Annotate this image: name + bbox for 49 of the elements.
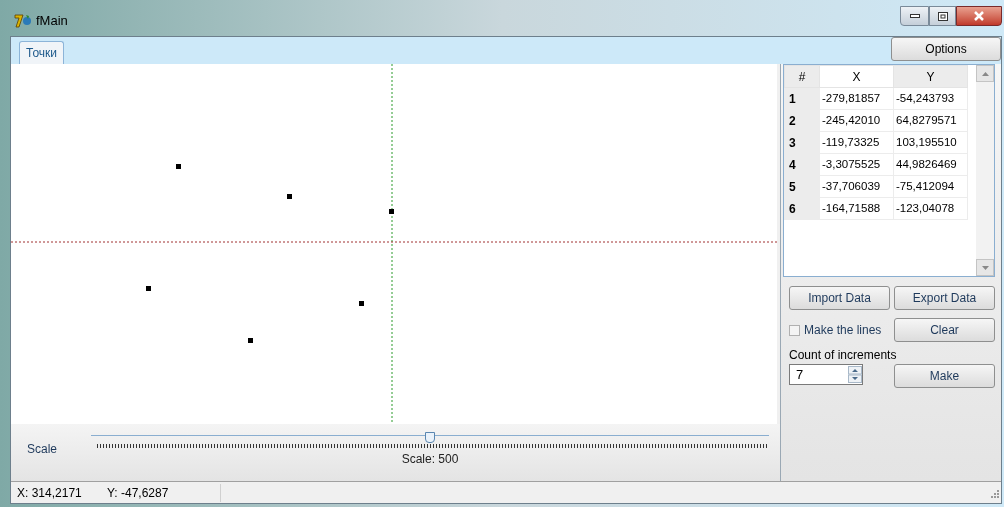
table-cell: -164,71588 xyxy=(819,197,894,220)
scale-reading: Scale: 500 xyxy=(401,451,459,468)
options-button[interactable]: Options xyxy=(891,37,1001,61)
table-cell: -54,243793 xyxy=(893,87,968,110)
row-header: 6 xyxy=(784,197,820,220)
row-header: 5 xyxy=(784,175,820,198)
table-cell: -75,412094 xyxy=(893,175,968,198)
scroll-down-icon xyxy=(981,265,989,270)
make-lines-checkbox[interactable]: Make the lines xyxy=(789,318,890,342)
import-data-button[interactable]: Import Data xyxy=(789,286,890,310)
column-header: # xyxy=(784,65,820,88)
table-cell: -123,04078 xyxy=(893,197,968,220)
row-header: 1 xyxy=(784,87,820,110)
column-header: Y xyxy=(893,65,968,88)
slider-thumb[interactable] xyxy=(425,432,435,443)
scale-label: Scale xyxy=(26,441,59,458)
table-cell: -245,42010 xyxy=(819,109,894,132)
maximize-icon xyxy=(937,11,948,21)
increments-value: 7 xyxy=(795,365,805,384)
vertical-scrollbar[interactable] xyxy=(976,65,994,276)
export-data-button[interactable]: Export Data xyxy=(894,286,995,310)
window-title: fMain xyxy=(36,12,68,31)
table-cell: -119,73325 xyxy=(819,131,894,154)
row-header: 3 xyxy=(784,131,820,154)
table-cell: -37,706039 xyxy=(819,175,894,198)
row-header: 4 xyxy=(784,153,820,176)
status-y: Y: -47,6287 xyxy=(101,483,221,502)
column-header: X xyxy=(819,65,894,88)
status-x: X: 314,2171 xyxy=(16,484,83,502)
close-button[interactable] xyxy=(956,6,1002,26)
increments-label: Count of increments xyxy=(788,347,898,364)
table-cell: -3,3075525 xyxy=(819,153,894,176)
table-cell: 44,9826469 xyxy=(893,153,968,176)
minimize-icon xyxy=(909,14,920,18)
minimize-button[interactable] xyxy=(900,6,929,26)
table-cell: 64,8279571 xyxy=(893,109,968,132)
table-cell: 103,195510 xyxy=(893,131,968,154)
app-logo-icon xyxy=(14,13,32,29)
tab[interactable]: Точки xyxy=(19,41,64,64)
maximize-button[interactable] xyxy=(929,6,956,26)
table-cell: -279,81857 xyxy=(819,87,894,110)
close-icon xyxy=(973,11,985,21)
make-button[interactable]: Make xyxy=(894,364,995,388)
increments-spinner[interactable]: 7 xyxy=(789,364,863,385)
row-header: 2 xyxy=(784,109,820,132)
clear-button[interactable]: Clear xyxy=(894,318,995,342)
scale-slider[interactable] xyxy=(91,432,769,450)
spin-arrows-icon xyxy=(848,366,862,383)
scroll-up-icon xyxy=(981,71,989,76)
